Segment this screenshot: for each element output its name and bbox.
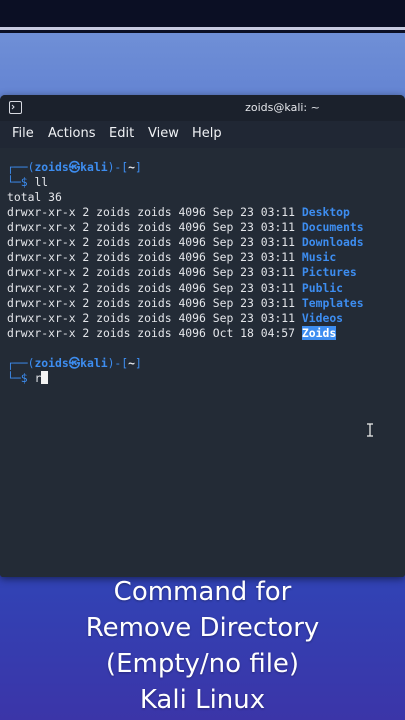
caption-line-3: (Empty/no file)	[105, 649, 300, 679]
caption-line-4: Kali Linux	[139, 685, 266, 715]
top-panel	[0, 0, 405, 33]
listing-row: drwxr-xr-x 2 zoids zoids 4096 Sep 23 03:…	[7, 205, 350, 220]
terminal-output[interactable]: ┌──(zoids㉿kali)-[~] └─$ ll total 36 drwx…	[0, 148, 405, 577]
listing-meta: drwxr-xr-x 2 zoids zoids 4096 Sep 23 03:…	[7, 250, 302, 265]
text-cursor-icon	[367, 423, 373, 437]
listing-row: drwxr-xr-x 2 zoids zoids 4096 Sep 23 03:…	[7, 281, 343, 296]
total-line: total 36	[7, 190, 62, 204]
prompt-dir: ~	[128, 160, 135, 174]
listing-meta: drwxr-xr-x 2 zoids zoids 4096 Oct 18 04:…	[7, 325, 302, 340]
prompt-prefix: └─$	[7, 371, 35, 385]
prompt-corner: ┌──(	[7, 160, 35, 174]
listing-meta: drwxr-xr-x 2 zoids zoids 4096 Sep 23 03:…	[7, 310, 302, 325]
prompt-mid: )-[	[107, 356, 129, 370]
menu-edit[interactable]: Edit	[109, 126, 134, 141]
prompt-user: zoids㉿kali	[34, 356, 108, 370]
directory-name: Templates	[301, 295, 364, 310]
listing-meta: drwxr-xr-x 2 zoids zoids 4096 Sep 23 03:…	[7, 235, 302, 250]
prompt-line-2: ┌──(zoids㉿kali)-[~]	[7, 356, 142, 371]
listing-meta: drwxr-xr-x 2 zoids zoids 4096 Sep 23 03:…	[7, 280, 302, 295]
prompt-dir: ~	[128, 356, 135, 370]
directory-name: Videos	[301, 310, 344, 325]
menu-bar: File Actions Edit View Help	[0, 121, 405, 148]
prompt-user: zoids㉿kali	[34, 160, 108, 174]
window-titlebar[interactable]: zoids@kali: ~	[0, 95, 405, 121]
listing-row: drwxr-xr-x 2 zoids zoids 4096 Sep 23 03:…	[7, 235, 364, 250]
directory-name: Desktop	[301, 205, 350, 219]
listing-row: drwxr-xr-x 2 zoids zoids 4096 Sep 23 03:…	[7, 296, 364, 311]
menu-file[interactable]: File	[12, 126, 34, 141]
directory-name: Zoids	[301, 325, 337, 340]
command-text: ll	[34, 175, 49, 189]
terminal-window[interactable]: zoids@kali: ~ File Actions Edit View Hel…	[0, 95, 405, 577]
menu-view[interactable]: View	[148, 126, 179, 141]
command-line-2[interactable]: └─$ r	[7, 371, 49, 386]
caption-line-1: Command for	[113, 577, 292, 607]
directory-name: Pictures	[301, 265, 357, 280]
menu-actions[interactable]: Actions	[48, 126, 96, 141]
command-text: r	[34, 371, 42, 385]
directory-name: Public	[301, 280, 344, 295]
listing-row: drwxr-xr-x 2 zoids zoids 4096 Sep 23 03:…	[7, 265, 357, 280]
prompt-prefix: └─$	[7, 175, 35, 189]
text-cursor	[41, 371, 49, 384]
listing-meta: drwxr-xr-x 2 zoids zoids 4096 Sep 23 03:…	[7, 295, 302, 310]
directory-name: Downloads	[301, 235, 364, 250]
window-title: zoids@kali: ~	[245, 101, 320, 114]
prompt-mid: )-[	[107, 160, 129, 174]
command-line-1: └─$ ll	[7, 175, 48, 190]
listing-row: drwxr-xr-x 2 zoids zoids 4096 Sep 23 03:…	[7, 311, 343, 326]
listing-row: drwxr-xr-x 2 zoids zoids 4096 Sep 23 03:…	[7, 250, 336, 265]
listing-row: drwxr-xr-x 2 zoids zoids 4096 Oct 18 04:…	[7, 325, 337, 341]
directory-name: Music	[301, 250, 337, 265]
directory-name: Documents	[301, 220, 364, 235]
listing-meta: drwxr-xr-x 2 zoids zoids 4096 Sep 23 03:…	[7, 265, 302, 280]
prompt-end: ]	[135, 356, 142, 370]
prompt-line-1: ┌──(zoids㉿kali)-[~]	[7, 160, 142, 175]
listing-meta: drwxr-xr-x 2 zoids zoids 4096 Sep 23 03:…	[7, 220, 302, 235]
top-panel-edge	[0, 27, 405, 30]
prompt-end: ]	[135, 160, 142, 174]
prompt-corner: ┌──(	[7, 356, 35, 370]
caption-line-2: Remove Directory	[85, 613, 320, 643]
listing-meta: drwxr-xr-x 2 zoids zoids 4096 Sep 23 03:…	[7, 205, 302, 219]
listing-row: drwxr-xr-x 2 zoids zoids 4096 Sep 23 03:…	[7, 220, 364, 235]
menu-help[interactable]: Help	[192, 126, 222, 141]
